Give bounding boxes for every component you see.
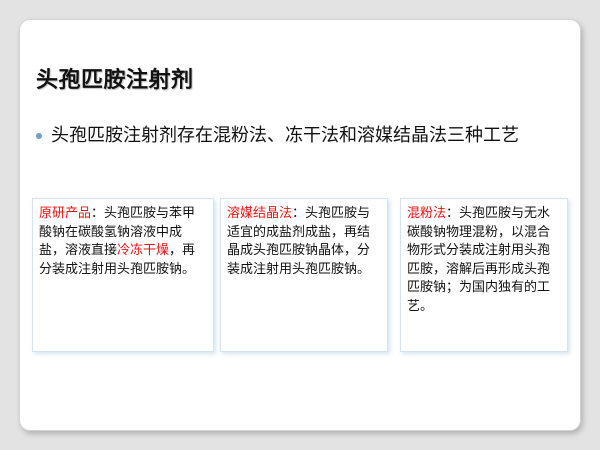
slide-title: 头孢匹胺注射剂 [36,68,194,93]
process-box-original: 原研产品：头孢匹胺与苯甲酸钠在碳酸氢钠溶液中成盐，溶液直接冷冻干燥，再分装成注射… [32,198,214,352]
bullet-dot-icon [36,133,42,139]
box-heading-original: 原研产品 [39,206,92,221]
box-heading-powder-mixing: 混粉法 [407,206,447,221]
box-heading-solvent-crystallization: 溶媒结晶法 [227,206,293,221]
process-box-solvent-crystallization: 溶媒结晶法：头孢匹胺与适宜的成盐剂成盐，再结晶成头孢匹胺钠晶体，分装成注射用头孢… [220,198,388,352]
box-highlight-freeze-dry: 冷冻干燥 [117,243,170,258]
bullet-item: 头孢匹胺注射剂存在混粉法、冻干法和溶媒结晶法三种工艺 [36,122,566,149]
process-box-powder-mixing: 混粉法：头孢匹胺与无水碳酸钠物理混粉，以混合物形式分装成注射用头孢匹胺，溶解后再… [400,198,568,352]
bullet-text: 头孢匹胺注射剂存在混粉法、冻干法和溶媒结晶法三种工艺 [51,125,519,146]
slide: 头孢匹胺注射剂 头孢匹胺注射剂存在混粉法、冻干法和溶媒结晶法三种工艺 原研产品：… [20,20,580,430]
box-text-powder-mixing: ：头孢匹胺与无水碳酸钠物理混粉，以混合物形式分装成注射用头孢匹胺，溶解后再形成头… [407,206,551,314]
